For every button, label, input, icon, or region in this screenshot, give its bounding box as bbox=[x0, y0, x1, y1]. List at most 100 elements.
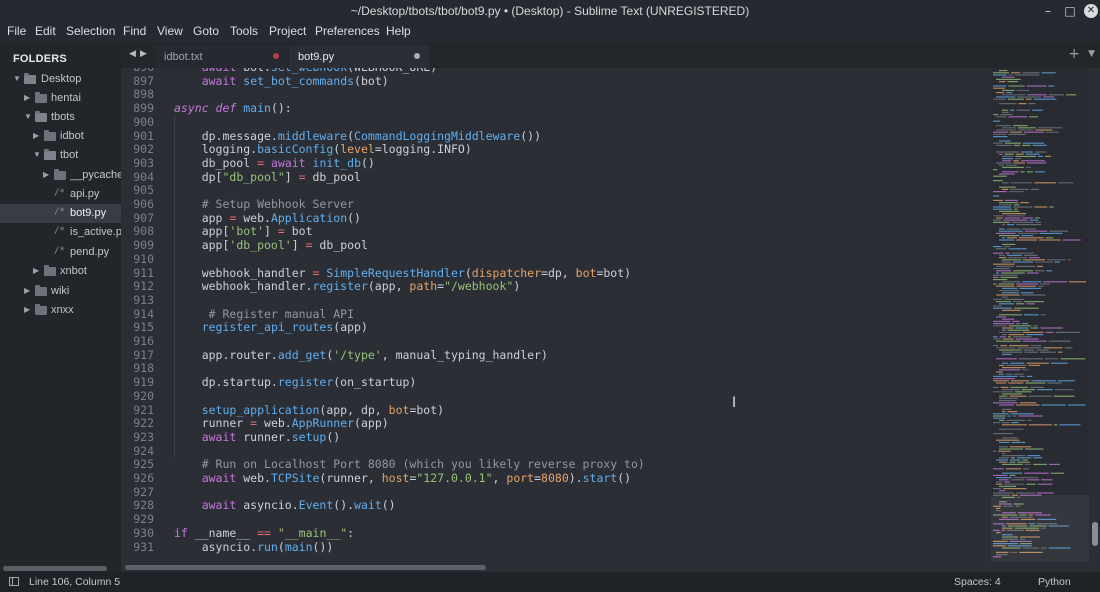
menu-tools[interactable]: Tools bbox=[230, 24, 258, 38]
code-line[interactable]: 909 app['db_pool'] = db_pool bbox=[121, 238, 991, 252]
code-line[interactable]: 925 # Run on Localhost Port 8080 (which … bbox=[121, 457, 991, 471]
code-line[interactable]: 916 bbox=[121, 334, 991, 348]
code-line[interactable]: 929 bbox=[121, 512, 991, 526]
toggle-panel-icon[interactable] bbox=[9, 577, 19, 586]
line-number: 909 bbox=[133, 238, 154, 253]
tab-scroll-right-icon[interactable]: ▶ bbox=[140, 49, 147, 59]
tab-idbot-txt[interactable]: idbot.txt bbox=[155, 45, 288, 68]
code-line[interactable]: 901 dp.message.middleware(CommandLogging… bbox=[121, 129, 991, 143]
menu-view[interactable]: View bbox=[157, 24, 183, 38]
code-line[interactable]: 905 bbox=[121, 183, 991, 197]
new-tab-icon[interactable]: + bbox=[1068, 46, 1080, 62]
code-line[interactable]: 904 dp["db_pool"] = db_pool bbox=[121, 170, 991, 184]
tree-item-label: idbot bbox=[60, 130, 84, 142]
sidebar: FOLDERS ▼ Desktop ▶ hentai ▼ tbots ▶ idb… bbox=[0, 42, 121, 572]
minimize-button[interactable]: – bbox=[1040, 3, 1056, 19]
menu-edit[interactable]: Edit bbox=[35, 24, 56, 38]
code-line[interactable]: 900 bbox=[121, 115, 991, 129]
code-text: dp.message.middleware(CommandLoggingMidd… bbox=[174, 128, 541, 143]
tree-item-xnxx[interactable]: ▶ xnxx bbox=[0, 301, 121, 320]
tree-item-idbot[interactable]: ▶ idbot bbox=[0, 127, 121, 146]
code-line[interactable]: 923 await runner.setup() bbox=[121, 430, 991, 444]
menu-preferences[interactable]: Preferences bbox=[315, 24, 380, 38]
tree-item-tbots[interactable]: ▼ tbots bbox=[0, 108, 121, 127]
tree-item-hentai[interactable]: ▶ hentai bbox=[0, 89, 121, 108]
code-line[interactable]: 930 if __name__ == "__main__": bbox=[121, 526, 991, 540]
code-line[interactable]: 913 bbox=[121, 293, 991, 307]
code-line[interactable]: 914 # Register manual API bbox=[121, 307, 991, 321]
code-line[interactable]: 922 runner = web.AppRunner(app) bbox=[121, 416, 991, 430]
chevron-right-icon: ▶ bbox=[24, 305, 31, 314]
tree-item-is-active-py[interactable]: /* is_active.py bbox=[0, 223, 121, 242]
code-text: # Register manual API bbox=[208, 306, 355, 321]
vertical-scrollbar[interactable] bbox=[1090, 68, 1100, 562]
code-text: app = web.Application() bbox=[174, 210, 361, 225]
tab-bot9-py[interactable]: bot9.py bbox=[289, 45, 429, 68]
tree-item-desktop[interactable]: ▼ Desktop bbox=[0, 70, 121, 89]
code-editor[interactable]: 896 await bot.set_webhook(WEBHOOK_URL)89… bbox=[121, 68, 991, 562]
tree-item-wiki[interactable]: ▶ wiki bbox=[0, 282, 121, 301]
code-text: logging.basicConfig(level=logging.INFO) bbox=[174, 142, 472, 157]
code-line[interactable]: 902 logging.basicConfig(level=logging.IN… bbox=[121, 142, 991, 156]
modified-dot-icon[interactable] bbox=[414, 53, 420, 59]
code-line[interactable]: 918 bbox=[121, 361, 991, 375]
tree-item-xnbot[interactable]: ▶ xnbot bbox=[0, 262, 121, 281]
code-line[interactable]: 908 app['bot'] = bot bbox=[121, 224, 991, 238]
code-text: webhook_handler.register(app, path="/web… bbox=[174, 279, 521, 294]
tree-item-bot9-py[interactable]: /* bot9.py bbox=[0, 204, 121, 223]
python-file-icon: /* bbox=[54, 246, 65, 256]
minimap-preview bbox=[993, 70, 1086, 558]
tree-item-pycache[interactable]: ▶ __pycache__ bbox=[0, 166, 121, 185]
modified-dot-icon[interactable] bbox=[273, 53, 279, 59]
minimap[interactable] bbox=[991, 68, 1089, 562]
code-line[interactable]: 910 bbox=[121, 252, 991, 266]
code-line[interactable]: 915 register_api_routes(app) bbox=[121, 320, 991, 334]
code-line[interactable]: 924 bbox=[121, 444, 991, 458]
sidebar-scrollbar[interactable] bbox=[3, 566, 107, 571]
tree-item-tbot[interactable]: ▼ tbot bbox=[0, 146, 121, 165]
maximize-button[interactable]: □ bbox=[1062, 3, 1078, 19]
menu-help[interactable]: Help bbox=[386, 24, 411, 38]
tab-list-icon[interactable]: ▼ bbox=[1088, 49, 1095, 59]
code-line[interactable]: 906 # Setup Webhook Server bbox=[121, 197, 991, 211]
code-line[interactable]: 926 await web.TCPSite(runner, host="127.… bbox=[121, 471, 991, 485]
code-line[interactable]: 928 await asyncio.Event().wait() bbox=[121, 498, 991, 512]
code-line[interactable]: 920 bbox=[121, 389, 991, 403]
menu-find[interactable]: Find bbox=[123, 24, 146, 38]
horizontal-scrollbar[interactable] bbox=[121, 562, 1100, 572]
tree-item-api-py[interactable]: /* api.py bbox=[0, 185, 121, 204]
line-number: 904 bbox=[133, 169, 154, 184]
vertical-scrollbar-thumb[interactable] bbox=[1092, 522, 1098, 546]
tree-item-label: pend.py bbox=[70, 246, 110, 258]
tree-item-pend-py[interactable]: /* pend.py bbox=[0, 243, 121, 262]
cursor-position[interactable]: Line 106, Column 5 bbox=[29, 576, 120, 588]
minimap-viewport[interactable] bbox=[991, 495, 1089, 562]
folder-open-icon bbox=[44, 149, 56, 160]
code-line[interactable]: 912 webhook_handler.register(app, path="… bbox=[121, 279, 991, 293]
code-line[interactable]: 919 dp.startup.register(on_startup) bbox=[121, 375, 991, 389]
code-line[interactable]: 921 setup_application(app, dp, bot=bot) bbox=[121, 403, 991, 417]
indentation-setting[interactable]: Spaces: 4 bbox=[954, 576, 1001, 588]
menu-selection[interactable]: Selection bbox=[66, 24, 115, 38]
menu-project[interactable]: Project bbox=[269, 24, 306, 38]
code-line[interactable]: 897 await set_bot_commands(bot) bbox=[121, 74, 991, 88]
line-number: 920 bbox=[133, 388, 154, 403]
code-line[interactable]: 898 bbox=[121, 87, 991, 101]
menu-file[interactable]: File bbox=[7, 24, 26, 38]
line-number: 928 bbox=[133, 498, 154, 513]
line-number: 921 bbox=[133, 402, 154, 417]
code-line[interactable]: 911 webhook_handler = SimpleRequestHandl… bbox=[121, 266, 991, 280]
close-button[interactable]: ✕ bbox=[1084, 4, 1098, 18]
title-bar: ~/Desktop/tbots/tbot/bot9.py • (Desktop)… bbox=[0, 0, 1100, 22]
syntax-selector[interactable]: Python bbox=[1038, 576, 1071, 588]
horizontal-scrollbar-thumb[interactable] bbox=[125, 565, 486, 570]
menu-goto[interactable]: Goto bbox=[193, 24, 219, 38]
code-line[interactable]: 927 bbox=[121, 485, 991, 499]
tab-scroll-left-icon[interactable]: ◀ bbox=[129, 49, 136, 59]
code-line[interactable]: 917 app.router.add_get('/type', manual_t… bbox=[121, 348, 991, 362]
code-line[interactable]: 903 db_pool = await init_db() bbox=[121, 156, 991, 170]
code-text: webhook_handler = SimpleRequestHandler(d… bbox=[174, 265, 632, 280]
code-line[interactable]: 907 app = web.Application() bbox=[121, 211, 991, 225]
code-line[interactable]: 931 asyncio.run(main()) bbox=[121, 540, 991, 554]
code-line[interactable]: 899 async def main(): bbox=[121, 101, 991, 115]
